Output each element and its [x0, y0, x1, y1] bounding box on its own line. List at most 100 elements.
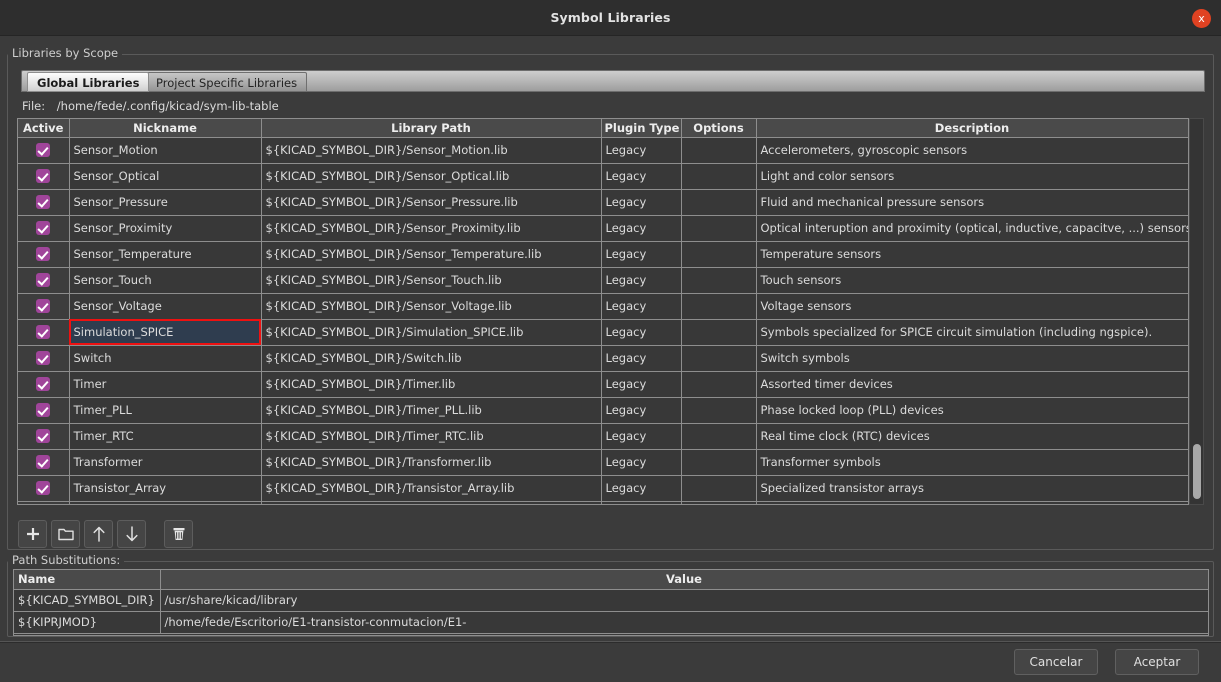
active-checkbox[interactable] — [36, 325, 51, 340]
cell-active[interactable] — [18, 163, 70, 190]
cell-options[interactable] — [681, 189, 757, 216]
browse-library-button[interactable] — [51, 520, 80, 548]
column-header-library-path[interactable]: Library Path — [261, 119, 602, 138]
cell-options[interactable] — [681, 163, 757, 190]
cell-plugin-type[interactable]: Legacy — [601, 371, 682, 398]
cell-nickname[interactable]: Sensor_Proximity — [69, 215, 262, 242]
active-checkbox[interactable] — [36, 455, 51, 470]
column-header-description[interactable]: Description — [756, 119, 1188, 138]
cell-library-path[interactable]: ${KICAD_SYMBOL_DIR}/Sensor_Motion.lib — [261, 137, 602, 164]
cell-options[interactable] — [681, 345, 757, 372]
cell-library-path[interactable]: ${KICAD_SYMBOL_DIR}/Transformer.lib — [261, 449, 602, 476]
cell-options[interactable] — [681, 293, 757, 320]
cell-description[interactable]: Real time clock (RTC) devices — [756, 423, 1188, 450]
table-row[interactable]: Timer ${KICAD_SYMBOL_DIR}/Timer.lib Legacy… — [18, 371, 1188, 398]
cell-plugin-type[interactable]: Legacy — [601, 189, 682, 216]
cancel-button[interactable]: Cancelar — [1014, 649, 1098, 675]
cell-options[interactable] — [681, 215, 757, 242]
cell-clipped[interactable] — [261, 501, 602, 504]
cell-active[interactable] — [18, 371, 70, 398]
active-checkbox[interactable] — [36, 195, 51, 210]
cell-nickname[interactable]: Timer_RTC — [69, 423, 262, 450]
cell-description[interactable]: Touch sensors — [756, 267, 1188, 294]
cell-description[interactable]: Phase locked loop (PLL) devices — [756, 397, 1188, 424]
cell-nickname[interactable]: Timer_PLL — [69, 397, 262, 424]
cell-active[interactable] — [18, 267, 70, 294]
cell-active[interactable] — [18, 293, 70, 320]
cell-clipped[interactable] — [756, 501, 1188, 504]
cell-library-path[interactable]: ${KICAD_SYMBOL_DIR}/Sensor_Proximity.lib — [261, 215, 602, 242]
cell-library-path[interactable]: ${KICAD_SYMBOL_DIR}/Sensor_Voltage.lib — [261, 293, 602, 320]
cell-active[interactable] — [18, 397, 70, 424]
table-row[interactable]: Simulation_SPICE ${KICAD_SYMBOL_DIR}/Simu… — [18, 319, 1188, 346]
cell-active[interactable] — [18, 475, 70, 502]
cell-options[interactable] — [681, 267, 757, 294]
cell-description[interactable]: Light and color sensors — [756, 163, 1188, 190]
column-header-nickname[interactable]: Nickname — [69, 119, 262, 138]
table-row[interactable]: Sensor_Voltage ${KICAD_SYMBOL_DIR}/Sensor… — [18, 293, 1188, 320]
active-checkbox[interactable] — [36, 221, 51, 236]
active-checkbox[interactable] — [36, 377, 51, 392]
path-substitutions-table[interactable]: Name Value ${KICAD_SYMBOL_DIR}/usr/share… — [13, 569, 1209, 636]
cell-active[interactable] — [18, 137, 70, 164]
cell-active[interactable] — [18, 423, 70, 450]
cell-library-path[interactable]: ${KICAD_SYMBOL_DIR}/Timer_RTC.lib — [261, 423, 602, 450]
active-checkbox[interactable] — [36, 403, 51, 418]
cell-plugin-type[interactable]: Legacy — [601, 267, 682, 294]
cell-options[interactable] — [681, 319, 757, 346]
cell-options[interactable] — [681, 371, 757, 398]
psub-cell-name[interactable]: ${KIPRJMOD} — [14, 611, 161, 634]
table-row[interactable]: Transformer ${KICAD_SYMBOL_DIR}/Transform… — [18, 449, 1188, 476]
move-up-button[interactable] — [84, 520, 113, 548]
library-table-scrollbar[interactable] — [1189, 118, 1204, 505]
cell-active[interactable] — [18, 215, 70, 242]
cell-library-path[interactable]: ${KICAD_SYMBOL_DIR}/Transistor_Array.lib — [261, 475, 602, 502]
cell-library-path[interactable]: ${KICAD_SYMBOL_DIR}/Sensor_Pressure.lib — [261, 189, 602, 216]
cell-nickname[interactable]: Sensor_Voltage — [69, 293, 262, 320]
cell-nickname[interactable]: Transformer — [69, 449, 262, 476]
cell-clipped[interactable] — [69, 501, 262, 504]
cell-nickname[interactable]: Sensor_Optical — [69, 163, 262, 190]
table-row[interactable]: Sensor_Optical ${KICAD_SYMBOL_DIR}/Sensor… — [18, 163, 1188, 190]
cell-description[interactable]: Specialized transistor arrays — [756, 475, 1188, 502]
library-table[interactable]: Active Nickname Library Path Plugin Type… — [17, 118, 1189, 505]
cell-clipped[interactable] — [681, 501, 757, 504]
active-checkbox[interactable] — [36, 143, 51, 158]
active-checkbox[interactable] — [36, 273, 51, 288]
cell-library-path[interactable]: ${KICAD_SYMBOL_DIR}/Timer.lib — [261, 371, 602, 398]
cell-plugin-type[interactable]: Legacy — [601, 475, 682, 502]
table-row[interactable]: Sensor_Touch ${KICAD_SYMBOL_DIR}/Sensor_T… — [18, 267, 1188, 294]
column-header-active[interactable]: Active — [18, 119, 70, 138]
cell-active[interactable] — [18, 319, 70, 346]
cell-library-path[interactable]: ${KICAD_SYMBOL_DIR}/Simulation_SPICE.lib — [261, 319, 602, 346]
table-row[interactable]: Sensor_Temperature ${KICAD_SYMBOL_DIR}/Se… — [18, 241, 1188, 268]
cell-library-path[interactable]: ${KICAD_SYMBOL_DIR}/Switch.lib — [261, 345, 602, 372]
cell-description[interactable]: Temperature sensors — [756, 241, 1188, 268]
table-row[interactable]: Switch ${KICAD_SYMBOL_DIR}/Switch.lib Lega… — [18, 345, 1188, 372]
cell-options[interactable] — [681, 397, 757, 424]
active-checkbox[interactable] — [36, 169, 51, 184]
column-header-plugin-type[interactable]: Plugin Type — [601, 119, 682, 138]
cell-description[interactable]: Voltage sensors — [756, 293, 1188, 320]
ok-button[interactable]: Aceptar — [1115, 649, 1199, 675]
table-row[interactable] — [18, 501, 1188, 504]
psub-column-header-value[interactable]: Value — [160, 570, 1208, 590]
cell-description[interactable]: Switch symbols — [756, 345, 1188, 372]
cell-active[interactable] — [18, 189, 70, 216]
cell-options[interactable] — [681, 241, 757, 268]
tab-global-libraries[interactable]: Global Libraries — [27, 72, 150, 92]
cell-plugin-type[interactable]: Legacy — [601, 293, 682, 320]
cell-active[interactable] — [18, 241, 70, 268]
table-row[interactable]: Sensor_Motion ${KICAD_SYMBOL_DIR}/Sensor_… — [18, 137, 1188, 164]
cell-library-path[interactable]: ${KICAD_SYMBOL_DIR}/Sensor_Temperature.l… — [261, 241, 602, 268]
cell-nickname[interactable]: Sensor_Motion — [69, 137, 262, 164]
table-row[interactable]: Timer_PLL ${KICAD_SYMBOL_DIR}/Timer_PLL.l… — [18, 397, 1188, 424]
cell-description[interactable]: Symbols specialized for SPICE circuit si… — [756, 319, 1188, 346]
cell-library-path[interactable]: ${KICAD_SYMBOL_DIR}/Timer_PLL.lib — [261, 397, 602, 424]
cell-description[interactable]: Accelerometers, gyroscopic sensors — [756, 137, 1188, 164]
cell-plugin-type[interactable]: Legacy — [601, 345, 682, 372]
cell-options[interactable] — [681, 449, 757, 476]
cell-plugin-type[interactable]: Legacy — [601, 241, 682, 268]
active-checkbox[interactable] — [36, 247, 51, 262]
cell-plugin-type[interactable]: Legacy — [601, 319, 682, 346]
